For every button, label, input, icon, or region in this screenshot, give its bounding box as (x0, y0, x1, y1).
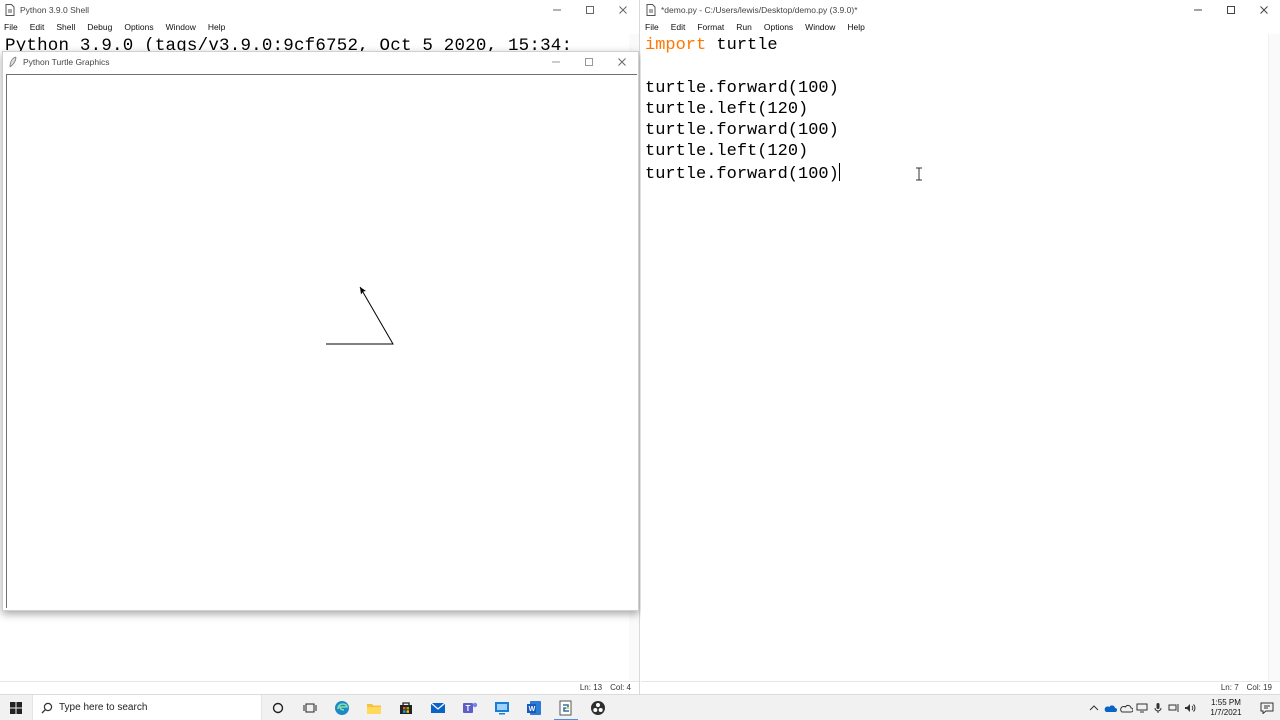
clock-date: 1/7/2021 (1210, 708, 1242, 717)
feather-icon (7, 56, 19, 68)
svg-text:W: W (529, 706, 536, 713)
turtle-window: Python Turtle Graphics (2, 51, 639, 611)
task-view-icon[interactable] (294, 695, 326, 720)
remote-desktop-icon[interactable] (486, 695, 518, 720)
maximize-icon[interactable] (573, 0, 606, 20)
shell-title: Python 3.9.0 Shell (20, 5, 89, 15)
minimize-icon[interactable] (1181, 0, 1214, 20)
obs-icon[interactable] (582, 695, 614, 720)
editor-window: *demo.py - C:/Users/lewis/Desktop/demo.p… (641, 0, 1280, 694)
turtle-cursor-arrow-icon (360, 287, 366, 295)
shell-window-controls (540, 0, 639, 20)
windows-start-icon[interactable] (0, 695, 32, 720)
code-line-7: turtle.forward(100) (645, 162, 840, 185)
turtle-title: Python Turtle Graphics (23, 57, 110, 67)
system-tray: 1:55 PM 1/7/2021 (1086, 695, 1280, 720)
shell-menu-window[interactable]: Window (166, 22, 196, 32)
editor-menu-format[interactable]: Format (697, 22, 724, 32)
taskbar-search-box[interactable] (32, 694, 262, 720)
python-file-icon (645, 4, 657, 16)
shell-menu-debug[interactable]: Debug (87, 22, 112, 32)
editor-status-line: Ln: 7 (1220, 683, 1239, 692)
turtle-canvas[interactable] (6, 74, 637, 608)
editor-scrollbar[interactable] (1268, 34, 1280, 682)
editor-title: *demo.py - C:/Users/lewis/Desktop/demo.p… (661, 5, 858, 15)
volume-icon[interactable] (1182, 695, 1198, 720)
shell-menu-options[interactable]: Options (124, 22, 153, 32)
editor-status-col: Col: 19 (1246, 683, 1272, 692)
editor-menu-options[interactable]: Options (764, 22, 793, 32)
store-icon[interactable] (390, 695, 422, 720)
close-icon[interactable] (605, 52, 638, 72)
shell-status-col: Col: 4 (610, 683, 631, 692)
taskbar-clock[interactable]: 1:55 PM 1/7/2021 (1198, 698, 1254, 718)
network-icon[interactable] (1166, 695, 1182, 720)
microphone-icon[interactable] (1150, 695, 1166, 720)
code-line-6: turtle.left(120) (645, 142, 809, 162)
editor-statusbar: Ln: 7 Col: 19 (641, 681, 1280, 693)
file-explorer-icon[interactable] (358, 695, 390, 720)
word-icon[interactable]: W (518, 695, 550, 720)
ibeam-cursor-icon (916, 167, 922, 181)
cortana-icon[interactable] (262, 695, 294, 720)
shell-statusbar: Ln: 13 Col: 4 (0, 681, 639, 693)
editor-menubar: File Edit Format Run Options Window Help (641, 20, 1280, 34)
editor-menu-run[interactable]: Run (736, 22, 752, 32)
mail-icon[interactable] (422, 695, 454, 720)
code-line-2: ​ (645, 56, 840, 77)
code-editor[interactable]: import turtle​turtle.forward(100)turtle.… (645, 35, 840, 185)
maximize-icon[interactable] (572, 52, 605, 72)
code-line-1-rest: turtle (706, 36, 778, 55)
teams-icon[interactable]: T (454, 695, 486, 720)
shell-menubar: File Edit Shell Debug Options Window Hel… (0, 20, 639, 34)
monitor-icon[interactable] (1134, 695, 1150, 720)
text-cursor (838, 162, 840, 181)
clock-time: 1:55 PM (1211, 698, 1241, 707)
svg-text:T: T (466, 704, 471, 713)
minimize-icon[interactable] (539, 52, 572, 72)
editor-menu-help[interactable]: Help (847, 22, 864, 32)
shell-status-line: Ln: 13 (579, 683, 603, 692)
minimize-icon[interactable] (540, 0, 573, 20)
keyword-import: import (645, 36, 707, 55)
turtle-window-controls (539, 52, 638, 72)
editor-menu-edit[interactable]: Edit (671, 22, 686, 32)
chevron-up-icon[interactable] (1086, 695, 1102, 720)
search-icon (41, 702, 53, 713)
taskbar: T W 1:55 PM 1/7/2021 (0, 694, 1280, 720)
editor-menu-window[interactable]: Window (805, 22, 835, 32)
shell-menu-help[interactable]: Help (208, 22, 225, 32)
shell-menu-shell[interactable]: Shell (56, 22, 75, 32)
edge-browser-icon[interactable] (326, 695, 358, 720)
maximize-icon[interactable] (1214, 0, 1247, 20)
editor-window-controls (1181, 0, 1280, 20)
shell-menu-file[interactable]: File (4, 22, 18, 32)
close-icon[interactable] (606, 0, 639, 20)
turtle-path (326, 286, 394, 345)
code-line-5: turtle.forward(100) (645, 121, 839, 141)
turtle-drawing (326, 286, 394, 345)
notification-center-icon[interactable] (1254, 695, 1280, 720)
code-line-7-text: turtle.forward(100) (645, 164, 839, 184)
search-input[interactable] (59, 702, 239, 713)
code-line-1: import turtle (645, 35, 840, 56)
code-line-4: turtle.left(120) (645, 99, 809, 119)
cloud-icon[interactable] (1118, 695, 1134, 720)
onedrive-cloud-icon[interactable] (1102, 695, 1118, 720)
code-line-3: turtle.forward(100) (645, 78, 839, 98)
python-file-icon (4, 4, 16, 16)
python-idle-icon[interactable] (550, 695, 582, 720)
close-icon[interactable] (1247, 0, 1280, 20)
editor-menu-file[interactable]: File (645, 22, 659, 32)
shell-menu-edit[interactable]: Edit (30, 22, 45, 32)
